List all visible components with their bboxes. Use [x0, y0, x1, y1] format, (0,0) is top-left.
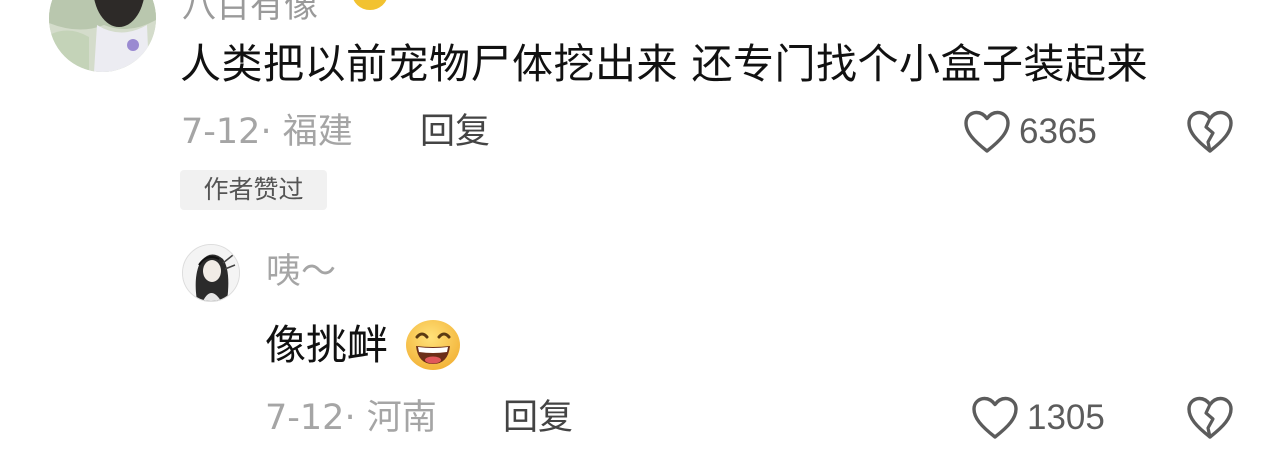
- comment-meta: 7-12· 福建: [181, 110, 353, 154]
- comment-reply-button[interactable]: 回复: [420, 110, 490, 154]
- reply-dislike-button[interactable]: [1186, 396, 1234, 444]
- heart-outline-icon: [972, 396, 1018, 439]
- meta-separator: ·: [260, 112, 283, 152]
- reply-meta: 7-12· 河南: [265, 396, 437, 440]
- commenter-avatar[interactable]: [49, 0, 156, 72]
- comment-like-count: 6365: [1019, 112, 1097, 151]
- reply-reply-button[interactable]: 回复: [503, 396, 573, 440]
- replier-name[interactable]: 咦～: [266, 250, 336, 294]
- broken-heart-icon: [1187, 110, 1233, 153]
- reply-date: 7-12: [265, 398, 345, 438]
- meta-separator: ·: [344, 398, 367, 438]
- comment-location: 福建: [282, 112, 353, 152]
- reply-like-count: 1305: [1027, 398, 1105, 437]
- comment-like-button[interactable]: 6365: [963, 108, 1097, 156]
- comment-date: 7-12: [181, 112, 261, 152]
- commenter-name[interactable]: 八百有像: [182, 0, 318, 27]
- comment-dislike-button[interactable]: [1186, 110, 1234, 158]
- reply-like-button[interactable]: 1305: [971, 394, 1105, 442]
- commenter-avatar-image: [49, 0, 156, 72]
- grinning-face-emoji-icon: [404, 318, 462, 376]
- replier-avatar-image: [183, 245, 239, 301]
- reply-text: 像挑衅: [265, 321, 388, 369]
- broken-heart-icon: [1187, 396, 1233, 439]
- comment-text: 人类把以前宠物尸体挖出来 还专门找个小盒子装起来: [180, 40, 1149, 88]
- name-emoji-icon: [352, 0, 388, 10]
- heart-outline-icon: [964, 110, 1010, 153]
- replier-avatar[interactable]: [182, 244, 240, 302]
- reply-location: 河南: [366, 398, 437, 438]
- author-liked-badge: 作者赞过: [180, 170, 327, 210]
